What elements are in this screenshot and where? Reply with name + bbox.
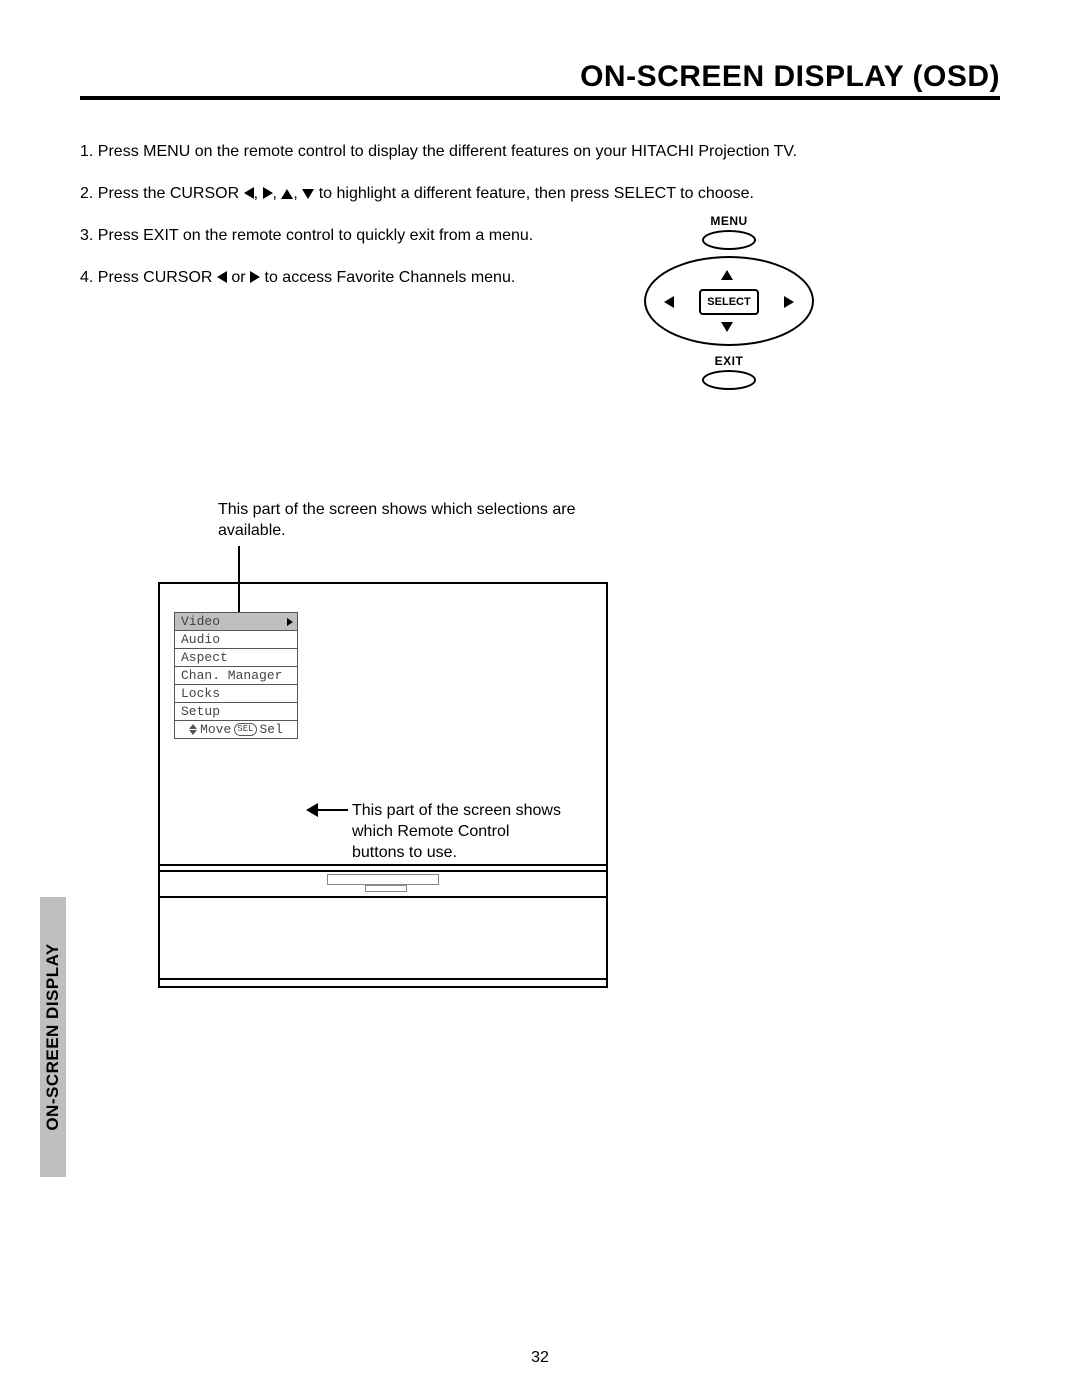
cursor-right-icon [250,271,260,283]
remote-dpad: SELECT [644,256,814,346]
osd-menu: Video Audio Aspect Chan. Manager Locks S… [174,612,298,739]
header-rule: ON-SCREEN DISPLAY (OSD) [80,60,1000,100]
remote-menu-label: MENU [644,214,814,228]
tv-foot [160,978,606,986]
tv-screen: Video Audio Aspect Chan. Manager Locks S… [160,584,606,864]
osd-hint-sel: Sel [260,722,283,737]
tv-control-door-icon [365,885,407,892]
instruction-2-text-a: 2. Press the CURSOR [80,185,244,202]
section-tab: ON-SCREEN DISPLAY [40,897,66,1177]
manual-page: ON-SCREEN DISPLAY (OSD) 1. Press MENU on… [0,0,1080,1397]
page-title: ON-SCREEN DISPLAY (OSD) [80,60,1000,94]
instruction-4-text-a: 4. Press CURSOR [80,269,217,286]
instruction-4: 4. Press CURSOR or to access Favorite Ch… [80,266,1000,290]
submenu-arrow-icon [287,618,293,626]
remote-exit-label: EXIT [644,354,814,368]
osd-item-video: Video [174,612,298,631]
instruction-3: 3. Press EXIT on the remote control to q… [80,224,1000,248]
tv-speaker-panel [160,870,606,896]
dpad-right-icon [784,294,794,312]
instructions-list: 1. Press MENU on the remote control to d… [80,140,1000,290]
osd-item-aspect: Aspect [174,648,298,667]
remote-select-button: SELECT [699,289,759,315]
instruction-2-text-b: to highlight a different feature, then p… [319,185,754,202]
dpad-left-icon [664,294,674,312]
arrow-left-icon [306,803,318,817]
osd-item-audio: Audio [174,630,298,649]
tv-front-controls [359,885,407,892]
cursor-up-icon [281,189,293,199]
osd-item-setup: Setup [174,702,298,721]
cursor-left-icon [244,187,254,199]
instruction-2: 2. Press the CURSOR , , , to highlight a… [80,182,1000,206]
caption-remote-buttons: This part of the screen shows which Remo… [352,801,562,863]
page-number: 32 [0,1349,1080,1367]
instruction-1: 1. Press MENU on the remote control to d… [80,140,1000,164]
osd-item-label: Video [181,614,220,629]
osd-hint-move: Move [200,722,231,737]
remote-diagram: MENU SELECT EXIT [644,214,814,396]
cursor-down-icon [302,189,314,199]
tv-illustration: Video Audio Aspect Chan. Manager Locks S… [158,582,608,988]
caption-selections: This part of the screen shows which sele… [218,500,618,542]
sel-pill-icon: SEL [234,723,256,736]
tv-brand-plate [327,874,439,885]
tv-cabinet-base [160,896,606,978]
pointer-line-icon [314,809,348,811]
dpad-down-icon [721,318,733,336]
instruction-4-text-b: or [231,269,250,286]
menu-button-icon [702,230,756,250]
osd-item-locks: Locks [174,684,298,703]
section-tab-label: ON-SCREEN DISPLAY [43,943,63,1130]
instruction-4-text-c: to access Favorite Channels menu. [265,269,516,286]
cursor-left-icon [217,271,227,283]
dpad-up-icon [721,266,733,284]
osd-hint-bar: Move SEL Sel [174,720,298,739]
move-updown-icon [189,724,197,735]
exit-button-icon [702,370,756,390]
cursor-right-icon [263,187,273,199]
osd-item-chan-manager: Chan. Manager [174,666,298,685]
